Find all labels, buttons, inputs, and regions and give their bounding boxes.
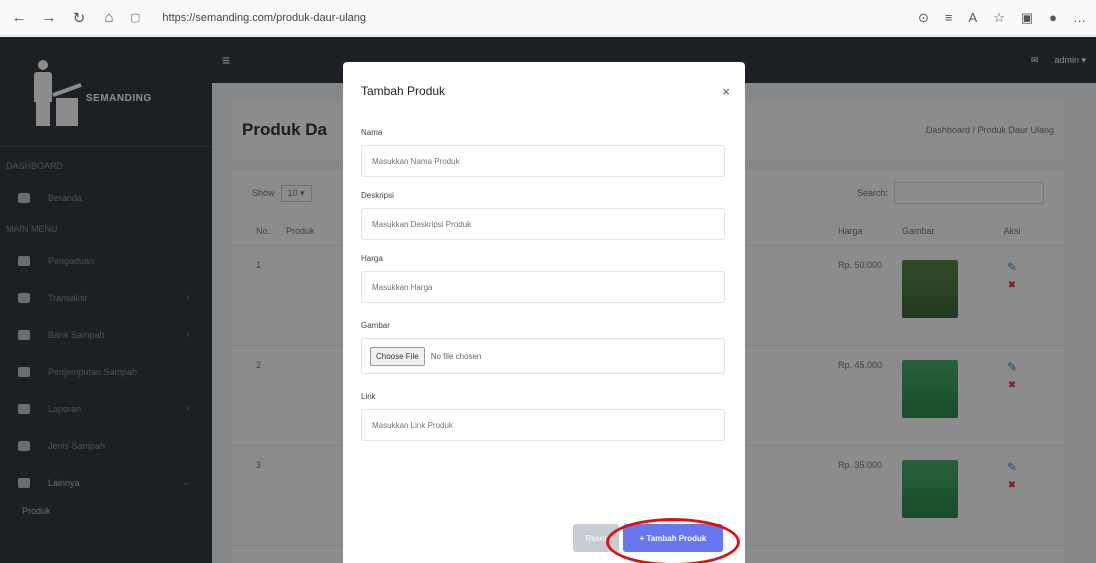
file-input[interactable]: Choose File No file chosen [361,338,725,374]
reader-icon[interactable]: ⊙ [918,10,929,26]
forward-icon[interactable]: → [40,9,58,26]
modal-header: Tambah Produk × [343,62,745,120]
collections-icon[interactable]: ▣ [1021,10,1033,26]
deskripsi-input[interactable] [361,208,725,240]
harga-field-group: Harga [343,254,745,303]
refresh-icon[interactable]: ↻ [70,9,88,27]
highlight-annotation [606,518,740,563]
gambar-label: Gambar [361,321,390,330]
deskripsi-field-group: Deskripsi [343,191,745,240]
nama-label: Nama [361,128,383,137]
more-icon[interactable]: … [1073,10,1086,26]
nama-field-group: Nama [343,128,745,177]
close-icon[interactable]: × [722,84,730,99]
browser-toolbar: ← → ↻ ⌂ ▢ https://semanding.com/produk-d… [0,0,1096,36]
home-icon[interactable]: ⌂ [100,9,118,26]
immersive-reader-icon[interactable]: ≡ [945,10,953,26]
link-input[interactable] [361,409,725,441]
nama-input[interactable] [361,145,725,177]
read-aloud-icon[interactable]: A [969,10,978,26]
profile-icon[interactable]: ● [1049,10,1057,26]
lock-icon: ▢ [130,12,141,24]
back-icon[interactable]: ← [10,9,28,26]
address-bar[interactable]: https://semanding.com/produk-daur-ulang [162,12,906,24]
harga-input[interactable] [361,271,725,303]
modal-title: Tambah Produk [361,84,446,98]
deskripsi-label: Deskripsi [361,191,394,200]
gambar-field-group: Gambar Choose File No file chosen [343,321,745,374]
link-field-group: Link [343,392,745,441]
choose-file-button[interactable]: Choose File [370,346,425,366]
link-label: Link [361,392,376,401]
harga-label: Harga [361,254,383,263]
add-product-modal: Tambah Produk × Nama Deskripsi Harga Gam… [343,62,745,563]
file-status: No file chosen [430,351,482,361]
favorite-icon[interactable]: ☆ [993,10,1005,26]
